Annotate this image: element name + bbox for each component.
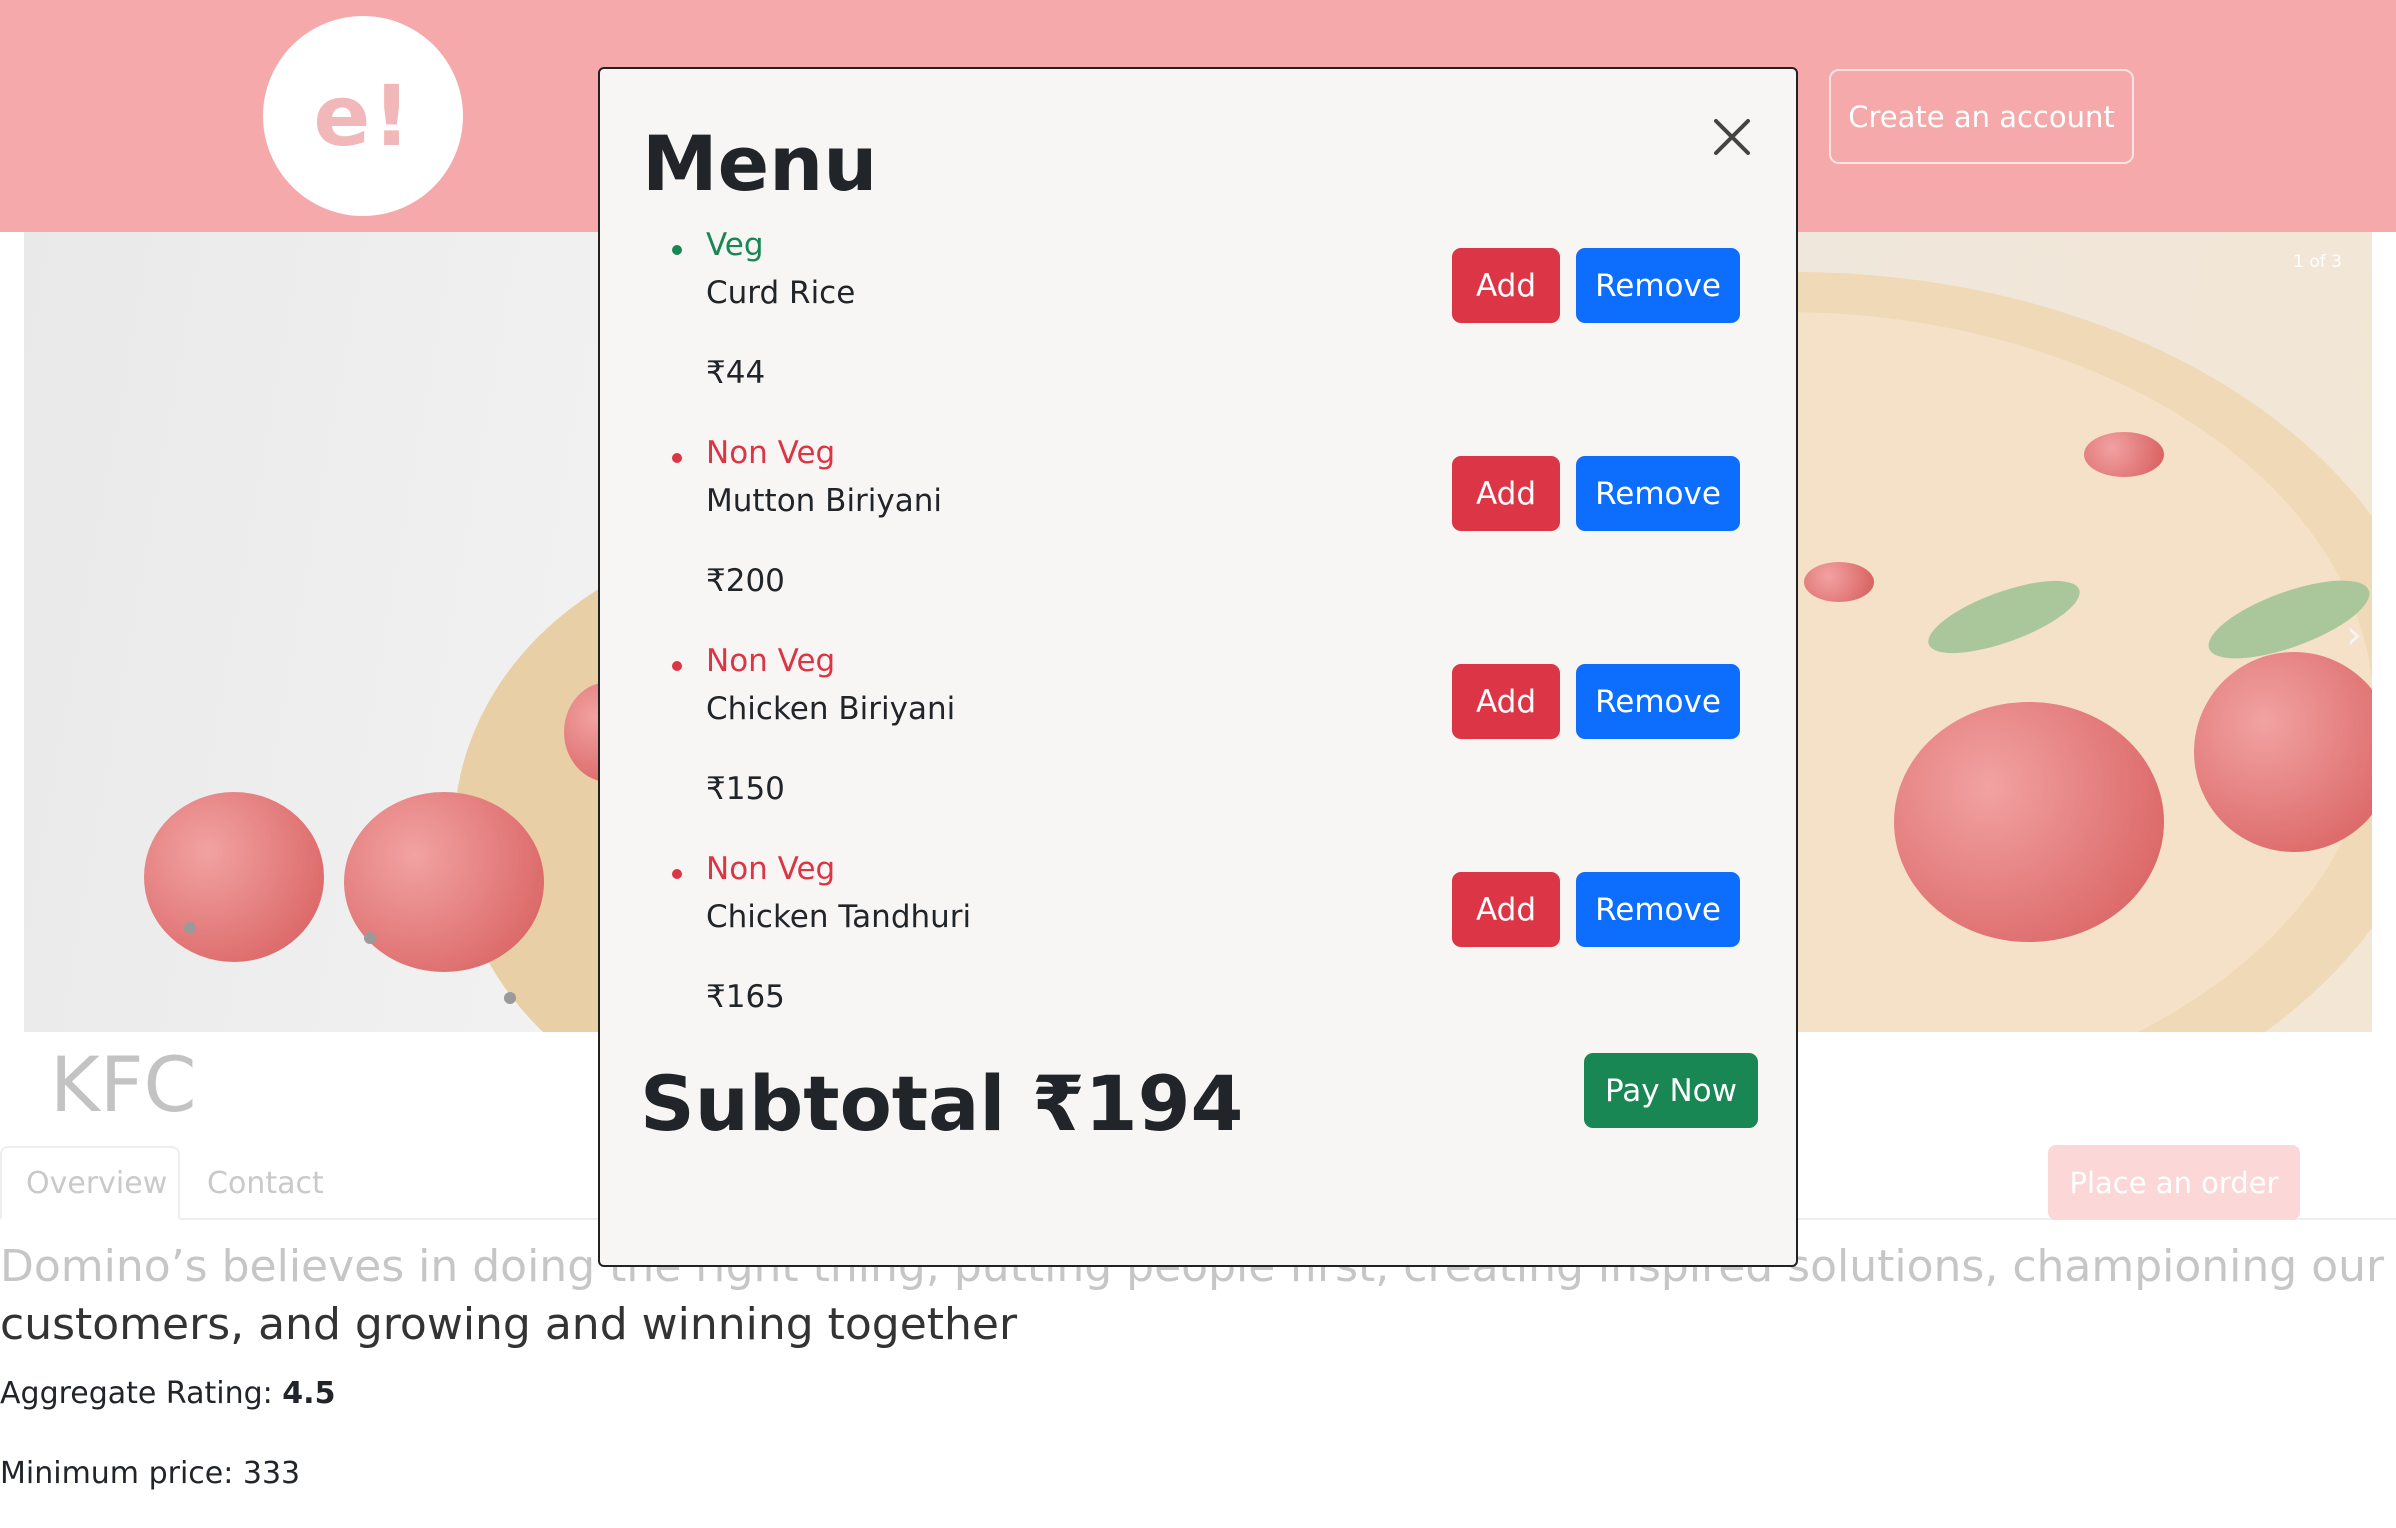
tomato-slice-image bbox=[1804, 562, 1874, 602]
restaurant-name: KFC bbox=[50, 1040, 197, 1129]
non-veg-bullet bbox=[672, 453, 682, 463]
subtotal: Subtotal ₹194 bbox=[640, 1059, 1244, 1148]
add-button[interactable]: Add bbox=[1452, 872, 1560, 947]
item-name: Mutton Biriyani bbox=[706, 483, 943, 519]
slide-counter: 1 of 3 bbox=[2293, 252, 2342, 272]
create-account-button[interactable]: Create an account bbox=[1829, 69, 2134, 164]
item-type: Veg bbox=[706, 227, 764, 263]
item-name: Chicken Biriyani bbox=[706, 691, 956, 727]
peppercorn-image bbox=[184, 922, 196, 934]
aggregate-rating: Aggregate Rating: 4.5 bbox=[0, 1376, 335, 1411]
peppercorn-image bbox=[504, 992, 516, 1004]
item-type: Non Veg bbox=[706, 643, 836, 679]
rating-value: 4.5 bbox=[282, 1376, 336, 1411]
item-price: ₹200 bbox=[706, 563, 785, 599]
pay-now-button[interactable]: Pay Now bbox=[1584, 1053, 1758, 1128]
add-button[interactable]: Add bbox=[1452, 456, 1560, 531]
chevron-right-icon[interactable]: › bbox=[2346, 612, 2362, 658]
tab-contact[interactable]: Contact bbox=[183, 1146, 348, 1220]
menu-item: Non Veg Chicken Biriyani ₹150 Add Remove bbox=[600, 643, 1800, 851]
item-type: Non Veg bbox=[706, 435, 836, 471]
item-price: ₹150 bbox=[706, 771, 785, 807]
item-type: Non Veg bbox=[706, 851, 836, 887]
item-price: ₹165 bbox=[706, 979, 785, 1015]
add-button[interactable]: Add bbox=[1452, 664, 1560, 739]
item-name: Curd Rice bbox=[706, 275, 856, 311]
non-veg-bullet bbox=[672, 661, 682, 671]
item-name: Chicken Tandhuri bbox=[706, 899, 972, 935]
tomato-image bbox=[344, 792, 544, 972]
modal-title: Menu bbox=[642, 119, 878, 208]
tomato-image bbox=[144, 792, 324, 962]
place-order-button[interactable]: Place an order bbox=[2048, 1145, 2300, 1220]
non-veg-bullet bbox=[672, 869, 682, 879]
tomato-image bbox=[1894, 702, 2164, 942]
minimum-price: Minimum price: 333 bbox=[0, 1456, 301, 1491]
menu-item: Non Veg Chicken Tandhuri ₹165 Add Remove bbox=[600, 851, 1800, 1059]
remove-button[interactable]: Remove bbox=[1576, 664, 1740, 739]
remove-button[interactable]: Remove bbox=[1576, 248, 1740, 323]
tomato-slice-image bbox=[2084, 432, 2164, 477]
rating-label: Aggregate Rating: bbox=[0, 1376, 283, 1411]
remove-button[interactable]: Remove bbox=[1576, 872, 1740, 947]
add-button[interactable]: Add bbox=[1452, 248, 1560, 323]
menu-modal: Menu Veg Curd Rice ₹44 Add Remove Non Ve… bbox=[598, 67, 1798, 1267]
description-line-2: customers, and growing and winning toget… bbox=[0, 1299, 1018, 1350]
veg-bullet bbox=[672, 245, 682, 255]
peppercorn-image bbox=[364, 932, 376, 944]
page: e! Create an account 1 of 3 › KFC Overvi… bbox=[0, 0, 2396, 1528]
menu-item: Veg Curd Rice ₹44 Add Remove bbox=[600, 227, 1800, 435]
logo[interactable]: e! bbox=[263, 16, 463, 216]
close-icon[interactable] bbox=[1710, 115, 1754, 159]
item-price: ₹44 bbox=[706, 355, 766, 391]
tab-overview[interactable]: Overview bbox=[0, 1146, 180, 1220]
menu-item: Non Veg Mutton Biriyani ₹200 Add Remove bbox=[600, 435, 1800, 643]
remove-button[interactable]: Remove bbox=[1576, 456, 1740, 531]
